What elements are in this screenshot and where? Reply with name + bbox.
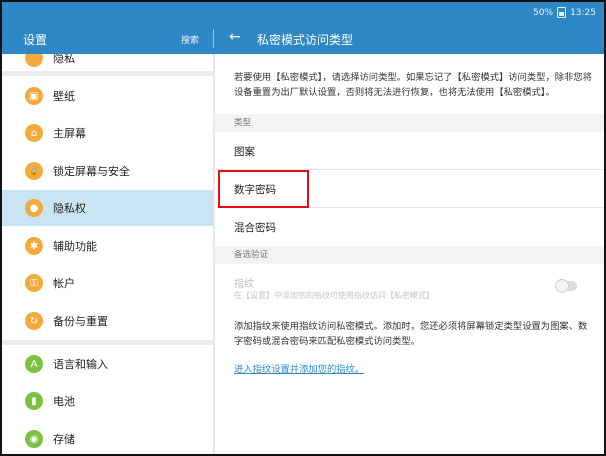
clock: 13:25 [570,7,596,18]
wallpaper-icon: ▣ [25,87,43,105]
screen-frame: 50% 13:25 设置 搜索 ← 私密模式访问类型 隐私 ▣ 壁纸 ⌂ 主屏幕… [0,0,606,456]
option-password[interactable]: 混合密码 [215,208,604,246]
option-label: 混合密码 [234,222,276,234]
fingerprint-title: 指纹 [234,279,254,290]
sidebar-item-label: 隐私 [53,54,75,65]
fingerprint-settings-link[interactable]: 进入指纹设置并添加您的指纹。 [234,361,364,375]
section-separator [2,71,213,76]
sidebar-item-language-input[interactable]: A 语言和输入 [2,346,213,382]
highlight-annotation [218,170,309,208]
status-bar: 50% 13:25 [2,2,604,23]
app-bar: 设置 搜索 ← 私密模式访问类型 [2,23,604,54]
search-button[interactable]: 搜索 [181,33,199,46]
app-bar-divider [213,29,214,48]
sidebar-item-battery[interactable]: ▮ 电池 [2,383,213,419]
sidebar-item-accessibility[interactable]: ✱ 辅助功能 [2,228,213,264]
key-icon: ⚿ [25,274,43,292]
fingerprint-description: 添加指纹来使用指纹访问私密模式。添加时，您还必须将屏幕锁定类型设置为图案、数字密… [234,321,588,347]
sidebar-item-label: 电池 [53,395,75,408]
sidebar-item-label: 存储 [53,433,75,446]
intro-text: 若要使用【私密模式】，请选择访问类型。如果忘记了【私密模式】访问类型，除非您将设… [234,72,592,98]
battery-icon [557,7,567,18]
storage-icon: ◉ [25,430,43,448]
sidebar-item-label: 备份与重置 [53,315,108,328]
sidebar-item-privacy[interactable]: ● 隐私权 [2,190,213,226]
option-label: 图案 [234,146,255,158]
type-section-header: 类型 [215,114,604,132]
back-arrow-icon[interactable]: ← [229,29,241,45]
settings-sidebar: 隐私 ▣ 壁纸 ⌂ 主屏幕 🔒 锁定屏幕与安全 ● 隐私权 ✱ 辅助功能 ⚿ 帐… [2,54,213,454]
sidebar-item-wallpaper[interactable]: ▣ 壁纸 [2,78,213,114]
sidebar-item-label: 壁纸 [53,90,75,103]
access-type-panel: 若要使用【私密模式】，请选择访问类型。如果忘记了【私密模式】访问类型，除非您将设… [215,54,604,454]
privacy-icon [25,54,43,67]
sidebar-item-label: 隐私权 [53,202,86,215]
fingerprint-toggle[interactable] [555,279,577,293]
backup-icon: ↻ [25,312,43,330]
toggle-knob [555,279,569,293]
lock-icon: 🔒 [25,162,43,180]
sidebar-item-label: 语言和输入 [53,358,108,371]
sidebar-item-accounts[interactable]: ⚿ 帐户 [2,265,213,301]
option-pattern[interactable]: 图案 [215,132,604,170]
privacy-icon: ● [25,199,43,217]
section-separator [2,340,213,345]
backup-section-header: 备选验证 [215,246,604,264]
sidebar-item-label: 主屏幕 [53,127,86,140]
accessibility-icon: ✱ [25,237,43,255]
sidebar-item-storage[interactable]: ◉ 存储 [2,421,213,454]
battery-icon: ▮ [25,392,43,410]
settings-title: 设置 [23,33,48,47]
sidebar-item-backup-reset[interactable]: ↻ 备份与重置 [2,303,213,339]
sidebar-item-lock-screen[interactable]: 🔒 锁定屏幕与安全 [2,153,213,189]
sidebar-item-label: 帐户 [53,277,75,290]
home-icon: ⌂ [25,124,43,142]
sidebar-item-label: 锁定屏幕与安全 [53,165,130,178]
sidebar-item-label: 辅助功能 [53,240,97,253]
language-icon: A [25,355,43,373]
page-title: 私密模式访问类型 [257,33,354,47]
sidebar-item-home-screen[interactable]: ⌂ 主屏幕 [2,115,213,151]
battery-percent: 50% [533,7,554,18]
fingerprint-subtitle: 在【设置】中添加您的指纹可使用指纹访问【私密模式】 [234,291,434,300]
